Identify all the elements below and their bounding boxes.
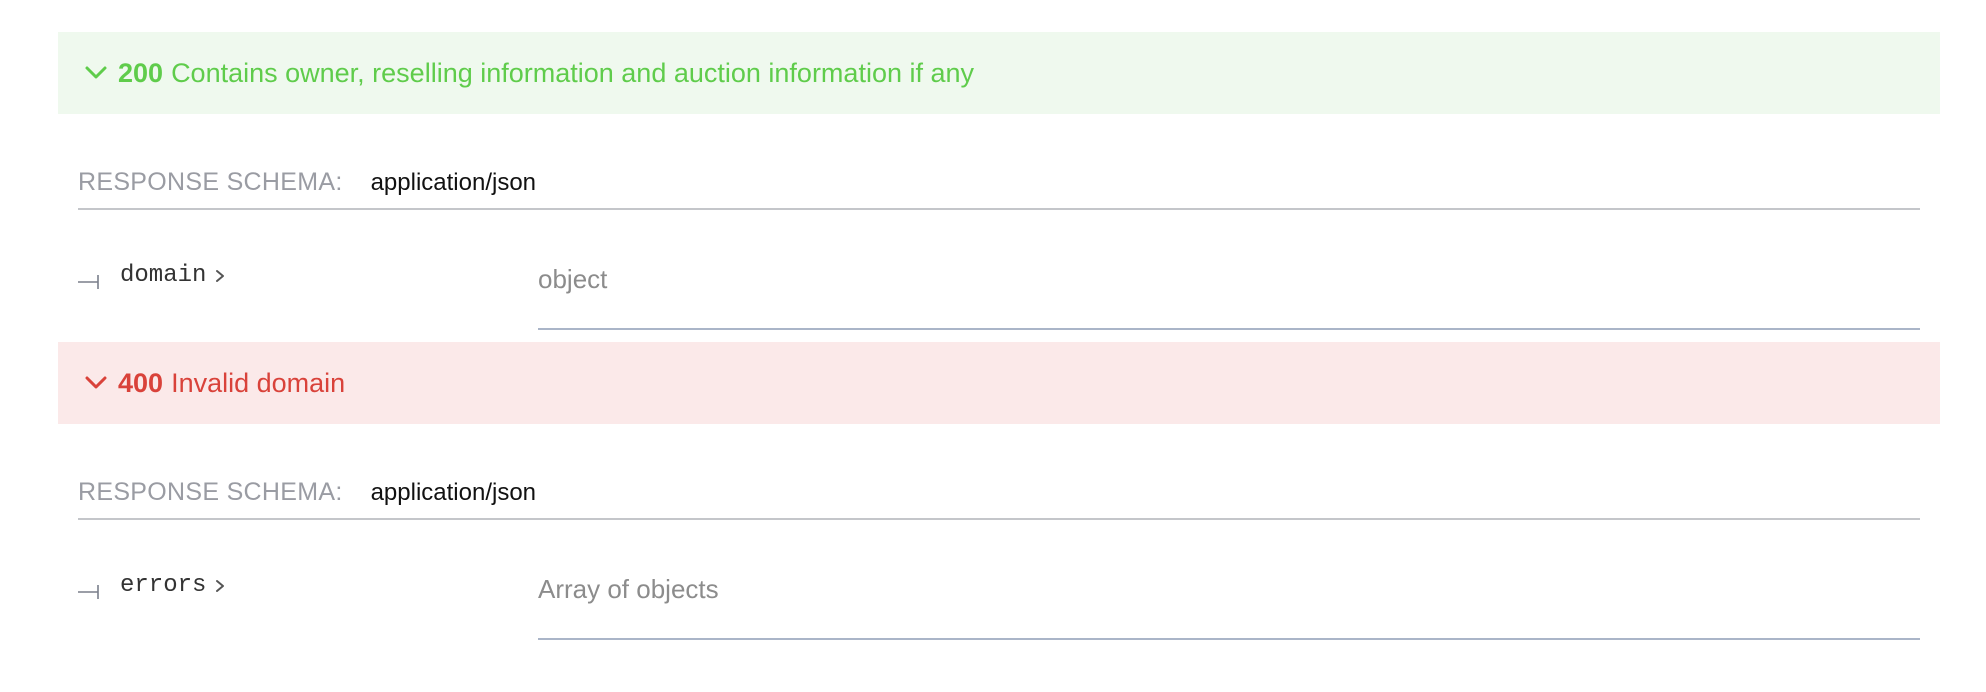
response-400-header[interactable]: 400 Invalid domain	[58, 342, 1940, 424]
property-row-domain: domain object	[78, 262, 1920, 330]
response-schema-200: RESPONSE SCHEMA: application/json	[78, 168, 1920, 210]
response-schema-type: application/json	[370, 479, 537, 506]
chevron-down-icon	[84, 374, 110, 392]
response-schema-type: application/json	[370, 169, 537, 196]
property-name-errors[interactable]: errors	[120, 572, 226, 599]
property-name-text: domain	[120, 262, 207, 289]
response-code: 400	[118, 367, 164, 398]
property-row-errors: errors Array of objects	[78, 572, 1920, 640]
response-schema-label: RESPONSE SCHEMA:	[78, 168, 343, 196]
divider	[538, 328, 1920, 330]
divider	[538, 638, 1920, 640]
response-schema-400: RESPONSE SCHEMA: application/json	[78, 478, 1920, 520]
chevron-right-icon	[214, 577, 226, 595]
response-description: Contains owner, reselling information an…	[171, 57, 975, 88]
property-type: Array of objects	[538, 574, 719, 604]
chevron-right-icon	[214, 267, 226, 285]
chevron-down-icon	[84, 64, 110, 82]
tree-branch-icon	[78, 272, 100, 292]
response-code: 200	[118, 57, 164, 88]
response-description: Invalid domain	[171, 367, 346, 398]
response-schema-label: RESPONSE SCHEMA:	[78, 478, 343, 506]
property-name-text: errors	[120, 572, 207, 599]
response-200-header[interactable]: 200 Contains owner, reselling informatio…	[58, 32, 1940, 114]
property-type: object	[538, 264, 608, 294]
property-name-domain[interactable]: domain	[120, 262, 226, 289]
tree-branch-icon	[78, 582, 100, 602]
